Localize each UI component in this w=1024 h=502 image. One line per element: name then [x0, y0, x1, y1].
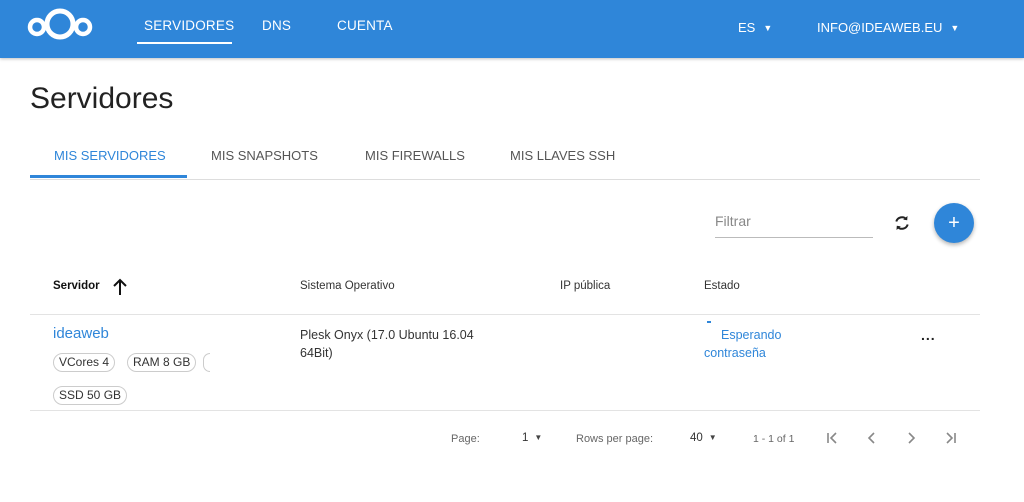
- tag-chip: VCores 4: [53, 353, 116, 372]
- caret-down-icon: ▼: [708, 433, 717, 442]
- status-value: Esperando contraseña: [704, 328, 782, 360]
- column-header-ip-publica[interactable]: IP pública: [560, 280, 610, 292]
- language-label: ES: [738, 20, 756, 35]
- tab-active-indicator: [30, 175, 187, 178]
- first-page-icon[interactable]: [822, 428, 842, 448]
- tab-bar: MIS SERVIDORES MIS SNAPSHOTS MIS FIREWAL…: [30, 145, 980, 180]
- column-header-estado[interactable]: Estado: [704, 280, 740, 292]
- refresh-icon[interactable]: [892, 213, 912, 233]
- status-indicator-icon: [707, 321, 711, 323]
- tab-mis-llaves-ssh[interactable]: MIS LLAVES SSH: [510, 148, 615, 163]
- tab-mis-firewalls[interactable]: MIS FIREWALLS: [365, 148, 465, 163]
- last-page-icon[interactable]: [941, 428, 961, 448]
- tag-chip: RAM 8 GB: [127, 353, 197, 372]
- nav-cuenta[interactable]: CUENTA: [337, 18, 393, 33]
- more-actions-button[interactable]: ...: [921, 327, 936, 343]
- column-header-servidor[interactable]: Servidor: [53, 280, 100, 292]
- page-select[interactable]: 1 ▼: [522, 432, 542, 444]
- column-header-sistema-operativo[interactable]: Sistema Operativo: [300, 280, 395, 292]
- tag-chip-overflow: [203, 353, 210, 372]
- rows-per-page-label: Rows per page:: [576, 433, 654, 445]
- next-page-icon[interactable]: [901, 428, 921, 448]
- os-value: Plesk Onyx (17.0 Ubuntu 16.04 64Bit): [300, 328, 474, 360]
- tab-mis-servidores[interactable]: MIS SERVIDORES: [54, 148, 166, 163]
- page-value: 1: [522, 432, 529, 444]
- server-name-link[interactable]: ideaweb: [53, 325, 109, 342]
- nav-active-indicator: [137, 42, 232, 44]
- rows-per-page-select[interactable]: 40 ▼: [690, 432, 717, 444]
- page-label: Page:: [451, 433, 480, 445]
- caret-down-icon: ▼: [534, 433, 543, 442]
- add-server-button[interactable]: +: [934, 203, 974, 243]
- header-divider: [30, 314, 980, 315]
- filter-field: [715, 207, 873, 238]
- pagination-range: 1 - 1 of 1: [753, 433, 795, 445]
- nextcloud-logo[interactable]: [27, 7, 93, 41]
- account-menu[interactable]: INFO@IDEAWEB.EU ▼: [817, 20, 959, 35]
- previous-page-icon[interactable]: [862, 428, 882, 448]
- nav-servidores[interactable]: SERVIDORES: [144, 18, 234, 33]
- row-divider: [30, 410, 980, 411]
- language-selector[interactable]: ES ▼: [738, 20, 772, 35]
- account-email: INFO@IDEAWEB.EU: [817, 20, 943, 35]
- rows-per-page-value: 40: [690, 432, 703, 444]
- sort-arrow-up-icon[interactable]: [112, 278, 128, 296]
- filter-input[interactable]: [715, 207, 865, 235]
- caret-down-icon: ▼: [763, 23, 773, 33]
- tab-mis-snapshots[interactable]: MIS SNAPSHOTS: [211, 148, 318, 163]
- top-app-bar: SERVIDORES DNS CUENTA ES ▼ INFO@IDEAWEB.E…: [0, 0, 1024, 58]
- page-title: Servidores: [30, 82, 174, 115]
- nav-dns[interactable]: DNS: [262, 18, 291, 33]
- caret-down-icon: ▼: [950, 23, 960, 33]
- tag-chip: SSD 50 GB: [53, 386, 128, 405]
